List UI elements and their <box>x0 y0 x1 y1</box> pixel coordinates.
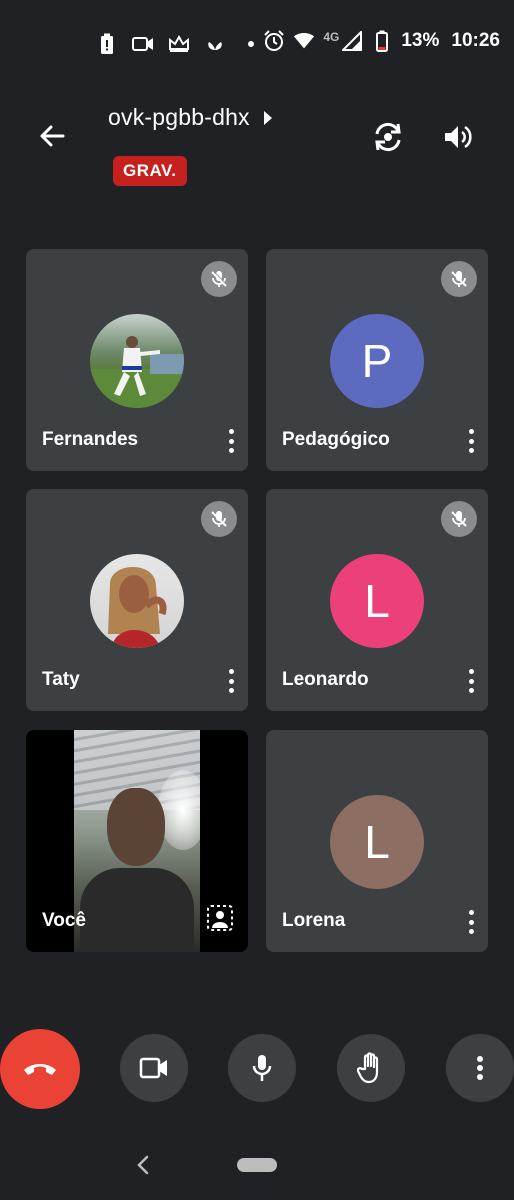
self-camera-feed <box>74 730 200 952</box>
more-options-button[interactable] <box>446 1034 514 1102</box>
notification-icons <box>96 33 262 55</box>
microphone-icon <box>252 1055 272 1081</box>
raise-hand-icon <box>357 1052 379 1084</box>
participant-avatar: L <box>330 795 424 889</box>
more-options-icon[interactable] <box>464 667 478 695</box>
network-type: 4G <box>323 30 340 44</box>
participant-photo <box>90 554 184 648</box>
participant-avatar: L <box>330 554 424 648</box>
nav-back-icon[interactable] <box>134 1155 152 1175</box>
participant-avatar: P <box>330 314 424 408</box>
meeting-code: ovk-pgbb-dhx <box>108 104 250 130</box>
camera-toggle-button[interactable] <box>120 1034 188 1102</box>
video-camera-icon <box>132 33 154 55</box>
more-options-icon[interactable] <box>224 667 238 695</box>
clock: 10:26 <box>451 30 500 51</box>
more-options-icon[interactable] <box>224 427 238 455</box>
avatar-letter: L <box>364 816 390 868</box>
participant-name: Você <box>42 910 87 931</box>
audio-output-button[interactable] <box>438 117 478 157</box>
background-effects-icon[interactable] <box>202 900 238 936</box>
battery-icon <box>371 30 393 52</box>
more-options-icon[interactable] <box>464 908 478 936</box>
muted-mic-icon <box>441 501 477 537</box>
signal-icon <box>341 30 363 52</box>
muted-mic-icon <box>201 501 237 537</box>
end-call-icon <box>24 1064 56 1075</box>
caret-right-icon <box>263 110 272 125</box>
battery-percent: 13% <box>401 30 440 51</box>
microphone-toggle-button[interactable] <box>228 1034 296 1102</box>
participant-tile[interactable]: L Leonardo <box>266 489 488 711</box>
wifi-icon <box>293 30 315 52</box>
switch-camera-button[interactable] <box>368 117 408 157</box>
avatar-letter: P <box>361 335 393 387</box>
participant-tile[interactable]: L Lorena <box>266 730 488 952</box>
dot-icon <box>240 33 262 55</box>
alarm-icon <box>263 30 285 52</box>
switch-camera-icon <box>375 122 401 152</box>
more-options-icon[interactable] <box>464 427 478 455</box>
participant-tile[interactable]: P Pedagógico <box>266 249 488 471</box>
recording-badge: GRAV. <box>113 156 187 186</box>
self-video-tile[interactable]: Você <box>26 730 248 952</box>
participant-name: Lorena <box>282 910 346 931</box>
participant-name: Fernandes <box>42 429 139 450</box>
crown-icon <box>168 33 190 55</box>
system-status: 4G 13% 10:26 <box>263 30 500 52</box>
participant-name: Pedagógico <box>282 429 390 450</box>
status-bar: 4G 13% 10:26 <box>0 0 514 90</box>
avatar-letter: L <box>364 575 390 627</box>
raise-hand-button[interactable] <box>337 1034 405 1102</box>
participant-name: Leonardo <box>282 669 369 690</box>
participant-tile[interactable]: Taty <box>26 489 248 711</box>
nav-home-pill[interactable] <box>237 1158 277 1172</box>
back-button[interactable] <box>32 116 72 156</box>
participant-photo <box>90 314 184 408</box>
camera-icon <box>139 1057 167 1079</box>
end-call-button[interactable] <box>0 1029 80 1109</box>
speaker-icon <box>445 125 472 149</box>
participant-tile[interactable]: Fernandes <box>26 249 248 471</box>
sprout-icon <box>204 33 226 55</box>
muted-mic-icon <box>201 261 237 297</box>
meeting-title[interactable]: ovk-pgbb-dhx <box>108 104 272 131</box>
participant-name: Taty <box>42 669 80 690</box>
more-options-icon <box>477 1056 483 1080</box>
back-arrow-icon <box>40 125 65 147</box>
muted-mic-icon <box>441 261 477 297</box>
battery-alert-icon <box>96 33 118 55</box>
